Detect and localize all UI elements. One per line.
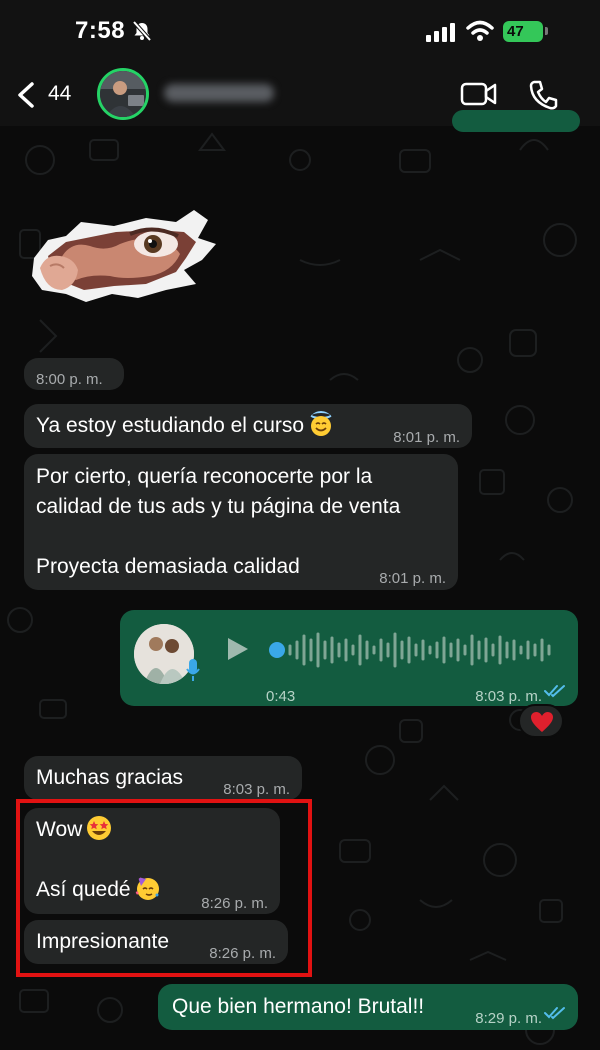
contact-photo bbox=[100, 71, 146, 117]
voice-duration: 0:43 bbox=[266, 688, 296, 705]
bell-slash-icon bbox=[132, 21, 152, 41]
red-heart-icon bbox=[531, 712, 553, 732]
battery-indicator: 47 bbox=[503, 21, 543, 42]
phone-icon[interactable] bbox=[527, 79, 559, 111]
message-bubble[interactable]: Por cierto, quería reconocerte por la ca… bbox=[24, 454, 458, 590]
status-bar: 7:58 47 bbox=[0, 0, 600, 62]
signal-bars-icon bbox=[426, 23, 455, 42]
video-camera-icon[interactable] bbox=[460, 80, 498, 108]
message-text: Por cierto, quería reconocerte por la ca… bbox=[36, 465, 401, 578]
smiling-face-with-halo-emoji bbox=[310, 411, 333, 436]
message-time: 8:29 p. m. bbox=[475, 1010, 542, 1027]
avatar[interactable] bbox=[97, 68, 149, 120]
message-time: 8:00 p. m. bbox=[36, 371, 103, 388]
message-bubble[interactable]: Muchas gracias 8:03 p. m. bbox=[24, 756, 302, 800]
sender-avatar bbox=[134, 624, 194, 684]
reaction-badge[interactable] bbox=[518, 704, 564, 738]
status-time: 7:58 bbox=[75, 17, 126, 44]
voice-waveform[interactable] bbox=[268, 630, 558, 670]
contact-name-blurred[interactable] bbox=[164, 84, 274, 102]
peeking-eye-sticker[interactable] bbox=[26, 210, 226, 304]
play-icon[interactable] bbox=[226, 636, 250, 662]
message-text: Muchas gracias bbox=[36, 766, 184, 789]
battery-cap bbox=[545, 27, 548, 35]
voice-message-bubble[interactable]: 0:43 8:03 p. m. bbox=[120, 610, 578, 706]
highlight-frame bbox=[16, 799, 312, 977]
battery-level: 47 bbox=[507, 23, 524, 40]
message-time: 8:01 p. m. bbox=[379, 570, 446, 587]
microphone-icon bbox=[186, 659, 200, 681]
sender-photo bbox=[134, 624, 194, 684]
back-unread-count[interactable]: 44 bbox=[48, 82, 71, 106]
read-ticks-icon bbox=[544, 685, 565, 698]
message-text: Que bien hermano! Brutal!! bbox=[172, 995, 425, 1018]
message-bubble-time-only[interactable]: 8:00 p. m. bbox=[24, 358, 124, 390]
previous-message-bubble bbox=[452, 110, 580, 132]
chevron-left-icon[interactable] bbox=[16, 82, 38, 108]
message-text: Ya estoy estudiando el curso bbox=[36, 414, 305, 437]
message-bubble-outgoing[interactable]: Que bien hermano! Brutal!! 8:29 p. m. bbox=[158, 984, 578, 1030]
message-time: 8:01 p. m. bbox=[393, 429, 460, 446]
wifi-icon bbox=[466, 20, 494, 41]
message-bubble[interactable]: Ya estoy estudiando el curso 8:01 p. m. bbox=[24, 404, 472, 448]
read-ticks-icon bbox=[544, 1007, 565, 1020]
